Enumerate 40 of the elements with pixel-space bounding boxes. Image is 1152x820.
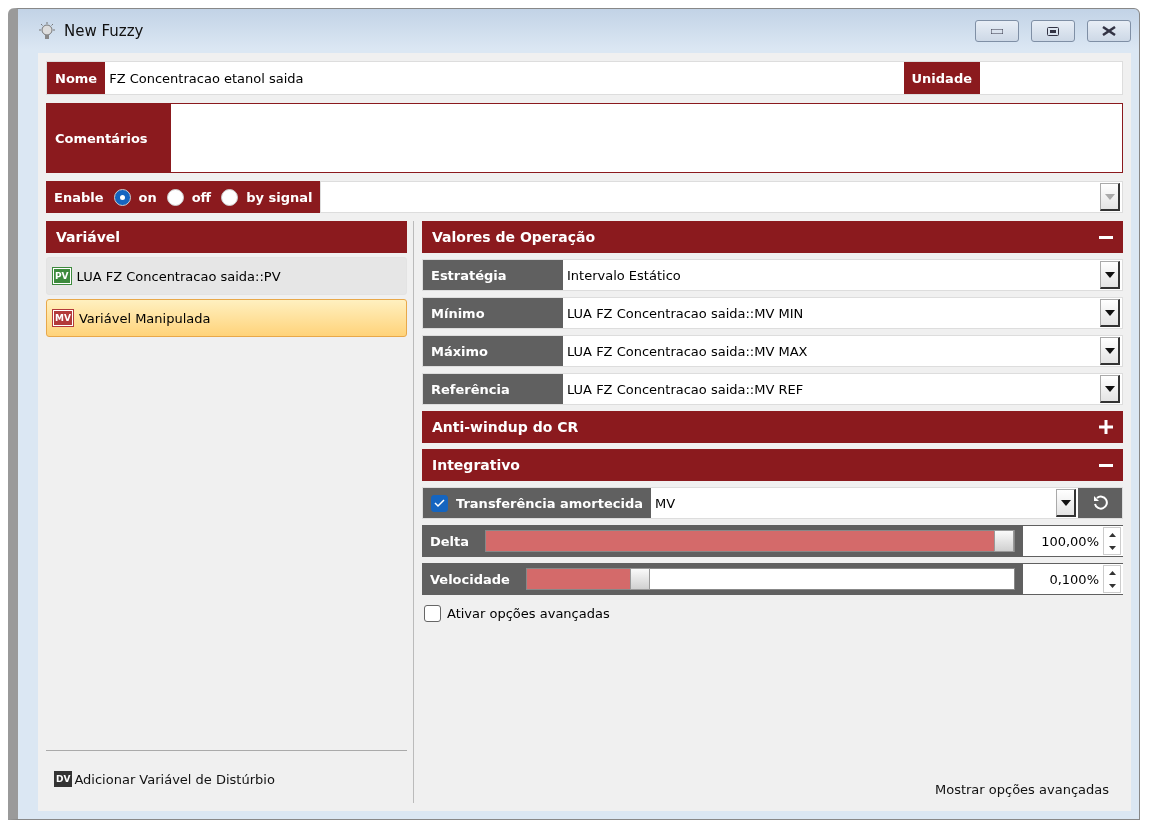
maximize-icon (1047, 26, 1059, 36)
section-header[interactable]: Anti-windup do CR (422, 411, 1123, 443)
slider-track[interactable] (525, 568, 1015, 590)
caret-icon (1104, 193, 1115, 200)
advanced-options-link[interactable]: Mostrar opções avançadas (935, 782, 1109, 803)
radio-label: off (191, 189, 212, 205)
maximize-button[interactable] (1031, 20, 1075, 42)
field-label: Enable (54, 189, 104, 205)
minus-icon (1099, 463, 1113, 467)
list-header: Variável (46, 221, 407, 253)
variable-badge: MV (53, 310, 73, 326)
spin-field[interactable]: 0,100% (1023, 564, 1123, 594)
radio-label: by signal (246, 189, 313, 205)
section-header[interactable]: Valores de Operação (422, 221, 1123, 253)
spin-down-icon[interactable] (1108, 545, 1116, 550)
plus-icon (1099, 420, 1113, 434)
lightbulb-icon (38, 22, 56, 40)
minimize-icon (991, 28, 1003, 34)
spin-down-icon[interactable] (1108, 583, 1116, 588)
spin-up-icon[interactable] (1108, 570, 1116, 575)
radio-button[interactable] (221, 188, 239, 206)
section-header[interactable]: Integrativo (422, 449, 1123, 481)
variable-item[interactable]: PV LUA FZ Concentracao saida::PV (46, 257, 407, 295)
variable-badge: PV (53, 268, 71, 284)
radio-button[interactable] (113, 188, 131, 206)
spin-field[interactable]: 100,00% (1023, 526, 1123, 556)
checkbox[interactable] (424, 605, 441, 622)
variable-item[interactable]: MV Variável Manipulada (46, 299, 407, 337)
checkbox-label: Ativar opções avançadas (447, 606, 610, 621)
spin-up-icon[interactable] (1108, 532, 1116, 537)
slider-thumb[interactable] (994, 530, 1014, 552)
minimize-button[interactable] (975, 20, 1019, 42)
minus-icon (1099, 235, 1113, 239)
radio-label: on (138, 189, 157, 205)
slider-thumb[interactable] (629, 568, 650, 590)
window-title: New Fuzzy (64, 22, 145, 40)
close-button[interactable] (1087, 20, 1131, 42)
close-icon (1102, 26, 1116, 36)
radio-button[interactable] (166, 188, 184, 206)
add-variable-link[interactable]: DV Adicionar Variável de Distúrbio (46, 750, 407, 803)
